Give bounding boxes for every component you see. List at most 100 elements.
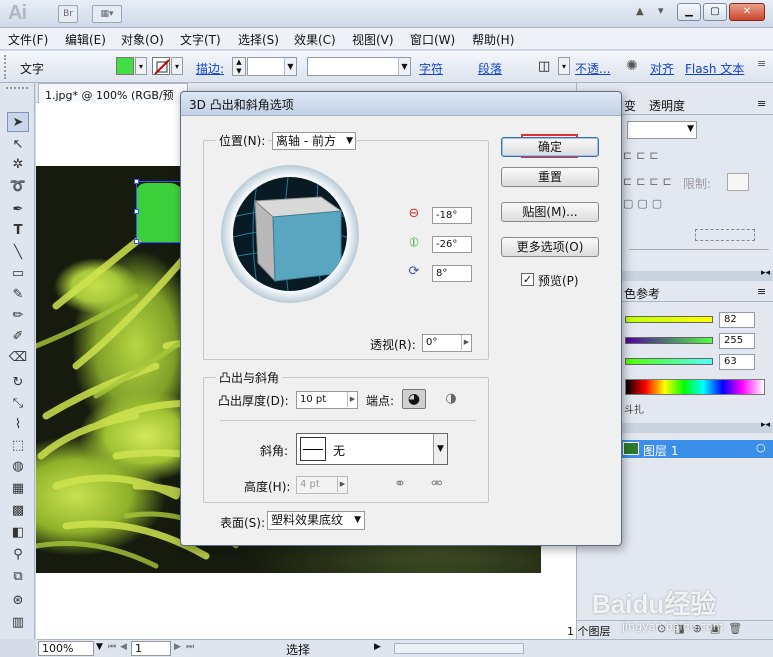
- panel-menu-icon[interactable]: ≡: [757, 57, 766, 70]
- symbol-sprayer-tool-icon[interactable]: ⊛: [7, 591, 29, 611]
- green-value-field[interactable]: 255: [719, 333, 755, 349]
- current-tool-status[interactable]: 选择: [286, 641, 310, 657]
- blue-value-field[interactable]: 63: [719, 354, 755, 370]
- reset-button[interactable]: 重置: [501, 167, 599, 187]
- menu-edit[interactable]: 编辑(E): [65, 31, 106, 48]
- next-page-icon[interactable]: ▶: [174, 642, 181, 652]
- recolor-icon[interactable]: ✺: [626, 58, 638, 74]
- track-cube-svg[interactable]: [233, 177, 347, 291]
- layer-action-icons[interactable]: ⊙◨⊕▣🗑: [657, 622, 750, 635]
- menu-object[interactable]: 对象(O): [121, 31, 164, 48]
- flash-text-link[interactable]: Flash 文本: [685, 60, 744, 77]
- stroke-link[interactable]: 描边:: [196, 60, 224, 77]
- maximize-button[interactable]: ▢: [703, 3, 727, 21]
- cap-on-icon[interactable]: ◕: [402, 389, 426, 409]
- arrange-documents-button[interactable]: ▦▾: [92, 5, 122, 23]
- y-rotation-field[interactable]: -26°: [432, 236, 472, 253]
- selection-tool-icon[interactable]: ➤: [7, 112, 29, 132]
- surface-dropdown[interactable]: 塑料效果底纹 ▼: [267, 511, 365, 530]
- map-art-button[interactable]: 贴图(M)...: [501, 202, 599, 222]
- menu-window[interactable]: 窗口(W): [410, 31, 455, 48]
- style-dropdown-icon[interactable]: ▾: [558, 57, 570, 75]
- shape-builder-tool-icon[interactable]: ◍: [7, 457, 29, 477]
- chevron-right-icon[interactable]: ▶: [347, 392, 357, 407]
- envelope-icon[interactable]: ◫: [538, 59, 550, 74]
- align-icons-row[interactable]: ⊏⊏⊏: [623, 149, 703, 165]
- mesh-tool-icon[interactable]: ▩: [7, 501, 29, 521]
- artboard-options-icon[interactable]: [695, 229, 755, 241]
- horizontal-scrollbar[interactable]: [394, 643, 524, 654]
- track-cube-well[interactable]: [233, 177, 347, 291]
- page-field[interactable]: 1: [131, 641, 171, 656]
- x-rotation-field[interactable]: -18°: [432, 207, 472, 224]
- extrude-depth-field[interactable]: 10 pt ▶: [296, 391, 358, 409]
- bevel-dropdown[interactable]: 无 ▼: [296, 433, 448, 465]
- preview-checkbox[interactable]: ✓: [521, 273, 534, 286]
- column-graph-tool-icon[interactable]: ▥: [7, 613, 29, 633]
- paintbrush-tool-icon[interactable]: ✎: [7, 285, 29, 305]
- cap-off-icon[interactable]: ◑: [442, 391, 460, 409]
- blue-slider[interactable]: [625, 358, 713, 365]
- menu-effect[interactable]: 效果(C): [294, 31, 336, 48]
- fill-dropdown-icon[interactable]: ▾: [135, 57, 147, 75]
- menu-select[interactable]: 选择(S): [238, 31, 279, 48]
- line-tool-icon[interactable]: ╲: [7, 243, 29, 263]
- minimize-button[interactable]: ▁: [677, 3, 701, 21]
- stroke-dropdown-icon[interactable]: ▾: [171, 57, 183, 75]
- eyedropper-tool-icon[interactable]: ⚲: [7, 545, 29, 565]
- color-spectrum[interactable]: [625, 379, 765, 395]
- panel-menu-icon[interactable]: ≡: [757, 97, 766, 110]
- lasso-tool-icon[interactable]: ➰: [7, 177, 29, 197]
- tab-transparency[interactable]: 透明度: [649, 97, 685, 114]
- resize-handle[interactable]: [134, 209, 139, 214]
- red-slider[interactable]: [625, 316, 713, 323]
- blob-brush-tool-icon[interactable]: ✐: [7, 327, 29, 347]
- layer-target-icon[interactable]: ○: [756, 441, 766, 454]
- bridge-button[interactable]: Br: [58, 5, 78, 23]
- menu-help[interactable]: 帮助(H): [472, 31, 514, 48]
- document-tab[interactable]: 1.jpg* @ 100% (RGB/预览): [38, 83, 188, 118]
- workspace-dropdown-icon[interactable]: ▾: [658, 4, 664, 17]
- ok-button[interactable]: 确定: [501, 137, 599, 157]
- magic-wand-tool-icon[interactable]: ✲: [7, 155, 29, 175]
- stroke-weight-field[interactable]: ▼: [247, 57, 297, 76]
- stroke-swatch[interactable]: [152, 57, 170, 75]
- menu-type[interactable]: 文字(T): [180, 31, 221, 48]
- character-link[interactable]: 字符: [419, 60, 443, 77]
- tab-color-guide[interactable]: 色参考: [624, 285, 660, 302]
- status-menu-icon[interactable]: ▶: [374, 642, 381, 652]
- pen-tool-icon[interactable]: ✒: [7, 200, 29, 220]
- type-tool-icon[interactable]: T: [7, 221, 29, 241]
- more-options-button[interactable]: 更多选项(O): [501, 237, 599, 257]
- position-dropdown[interactable]: 离轴 - 前方 ▼: [272, 132, 356, 150]
- last-page-icon[interactable]: ⏭: [186, 642, 194, 652]
- first-page-icon[interactable]: ⏮: [108, 642, 116, 652]
- layer-row[interactable]: 图层 1 ○: [621, 440, 773, 458]
- red-value-field[interactable]: 82: [719, 312, 755, 328]
- blend-tool-icon[interactable]: ⧉: [7, 567, 29, 587]
- green-slider[interactable]: [625, 337, 713, 344]
- fill-swatch[interactable]: [116, 57, 134, 75]
- stroke-weight-stepper[interactable]: ▲ ▼: [232, 57, 246, 76]
- close-button[interactable]: ✕: [729, 3, 765, 21]
- bevel-extent-in-icon[interactable]: ⚮: [431, 476, 443, 492]
- height-field[interactable]: 4 pt ▶: [296, 476, 348, 494]
- bevel-extent-out-icon[interactable]: ⚭: [394, 476, 406, 492]
- tab-transform[interactable]: 变: [624, 97, 636, 114]
- limit-field[interactable]: [727, 173, 749, 191]
- zoom-dropdown-icon[interactable]: ▼: [96, 642, 103, 652]
- z-rotation-field[interactable]: 8°: [432, 265, 472, 282]
- gradient-tool-icon[interactable]: ◧: [7, 523, 29, 543]
- transparency-mode-dropdown[interactable]: ▼: [627, 121, 697, 139]
- free-transform-tool-icon[interactable]: ⬚: [7, 436, 29, 456]
- chevron-right-icon[interactable]: ▶: [461, 335, 471, 350]
- paragraph-link[interactable]: 段落: [478, 60, 502, 77]
- align-link[interactable]: 对齐: [650, 60, 674, 77]
- menu-file[interactable]: 文件(F): [8, 31, 48, 48]
- chevron-right-icon[interactable]: ▶: [337, 477, 347, 492]
- resize-handle[interactable]: [134, 239, 139, 244]
- resize-handle[interactable]: [134, 179, 139, 184]
- panel-menu-icon[interactable]: ≡: [757, 285, 766, 298]
- menu-view[interactable]: 视图(V): [352, 31, 394, 48]
- perspective-grid-tool-icon[interactable]: ▦: [7, 479, 29, 499]
